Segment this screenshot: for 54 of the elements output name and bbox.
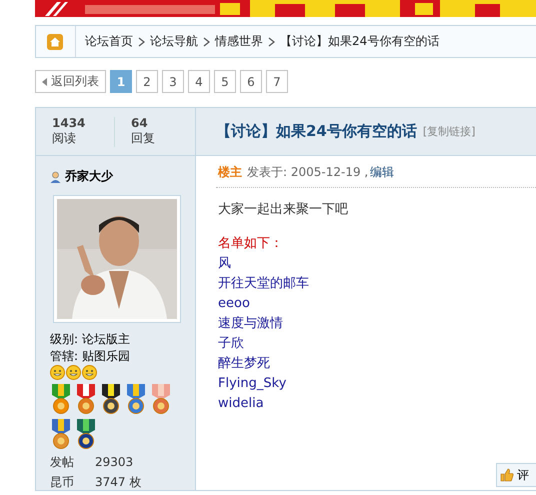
post-text: 大家一起出来聚一下吧: [218, 201, 349, 219]
member-name: 速度与激情: [218, 315, 284, 333]
breadcrumb-link[interactable]: 论坛首页: [85, 33, 133, 50]
chevron-icon: [203, 36, 210, 46]
medal-icon: [50, 383, 72, 415]
page-button[interactable]: 2: [136, 70, 158, 93]
home-icon[interactable]: [47, 34, 63, 50]
page-button[interactable]: 4: [188, 70, 210, 93]
medal-icon: [75, 383, 97, 415]
member-name: 醉生梦死: [218, 355, 271, 373]
page-button[interactable]: 6: [240, 70, 262, 93]
smiley-icon: [82, 365, 97, 380]
page-button[interactable]: 3: [162, 70, 184, 93]
thumbs-up-icon: [500, 468, 514, 482]
page-button[interactable]: 7: [266, 70, 288, 93]
member-name: widelia: [218, 395, 265, 413]
stat-count: 1434: [52, 116, 86, 130]
medal-icon: [100, 383, 122, 415]
detail-label: 发帖: [50, 454, 75, 470]
smiley-icon: [50, 365, 65, 380]
breadcrumb-link[interactable]: 论坛导航: [150, 33, 198, 50]
member-name: 子欣: [218, 335, 245, 353]
edit-link[interactable]: 编辑: [370, 164, 394, 181]
author-name[interactable]: 乔家大少: [65, 168, 113, 185]
smiley-icon: [66, 365, 81, 380]
medal-icon: [150, 383, 172, 415]
breadcrumb-link[interactable]: 【讨论】如果24号你有空的话: [280, 33, 440, 50]
stat-count: 64: [130, 116, 149, 130]
page-button[interactable]: 5: [214, 70, 236, 93]
medal-icon: [50, 418, 72, 450]
chevron-icon: [268, 36, 275, 46]
back-to-list-button[interactable]: 返回列表: [35, 70, 106, 93]
chevron-icon: [138, 36, 145, 46]
post-date: 发表于: 2005-12-19 ,: [247, 164, 368, 181]
thread-title: 【讨论】如果24号你有空的话: [216, 122, 417, 141]
stat-label: 回复: [130, 130, 156, 147]
detail-label: 昆币: [50, 474, 75, 490]
detail-value: 3747 枚: [95, 474, 142, 490]
list-heading: 名单如下：: [218, 235, 284, 253]
member-name: Flying_Sky: [218, 375, 288, 393]
author-role: 楼主: [218, 164, 242, 181]
member-name: 风: [218, 255, 232, 273]
stat-label: 阅读: [52, 130, 77, 147]
detail-value: 29303: [95, 454, 134, 470]
left-triangle-icon: [42, 78, 47, 86]
managed-board: 管辖: 贴图乐园: [50, 348, 131, 365]
medal-icon: [75, 418, 97, 450]
member-name: 开往天堂的邮车: [218, 275, 310, 293]
rate-button[interactable]: 评: [496, 463, 536, 487]
user-icon: [50, 170, 61, 182]
user-level: 级别: 论坛版主: [50, 331, 131, 348]
medal-icon: [125, 383, 147, 415]
member-name: eeoo: [218, 295, 251, 313]
breadcrumb-link[interactable]: 情感世界: [215, 33, 263, 50]
